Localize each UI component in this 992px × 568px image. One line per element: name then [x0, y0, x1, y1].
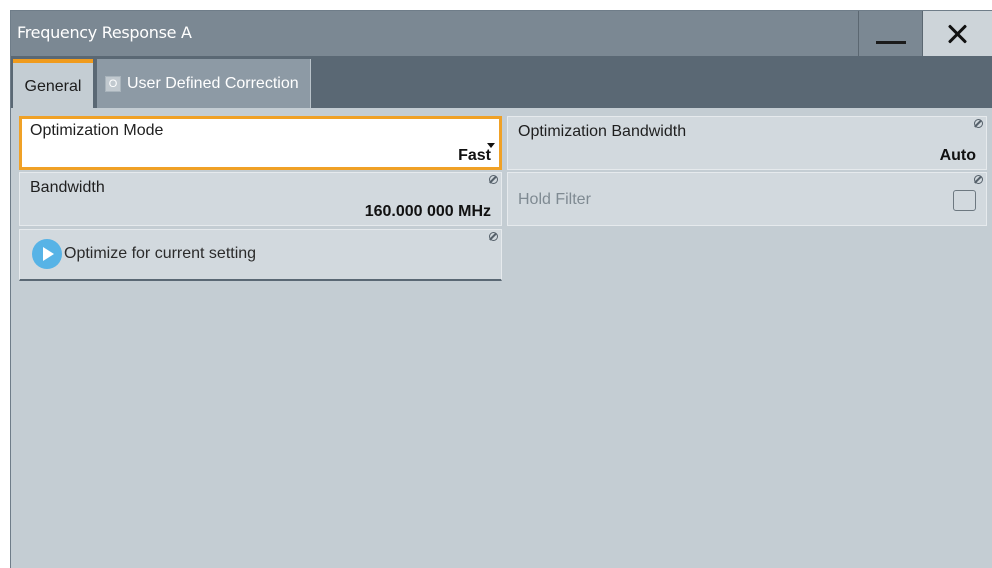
close-button[interactable]: [922, 11, 992, 56]
frequency-response-dialog: Frequency Response A General O User Defi…: [10, 10, 992, 568]
general-panel: Optimization Mode Fast Optimization Band…: [11, 108, 992, 568]
scpi-lock-icon: [974, 175, 983, 184]
hold-filter-checkbox[interactable]: [953, 190, 976, 211]
optimization-bandwidth-value: Auto: [939, 147, 976, 164]
optimization-bandwidth-label: Optimization Bandwidth: [518, 123, 687, 140]
hold-filter-label: Hold Filter: [518, 191, 591, 208]
optimization-mode-value: Fast: [458, 147, 491, 164]
state-indicator-icon: O: [105, 75, 121, 92]
scpi-lock-icon: [974, 119, 983, 128]
optimize-button[interactable]: Optimize for current setting: [19, 229, 502, 281]
minimize-button[interactable]: [858, 11, 922, 56]
bandwidth-field[interactable]: Bandwidth 160.000 000 MHz: [19, 172, 502, 226]
bandwidth-label: Bandwidth: [30, 179, 105, 196]
play-icon: [32, 239, 62, 269]
title-bar: Frequency Response A: [11, 11, 992, 56]
tab-general-label: General: [24, 77, 82, 95]
tab-user-defined-correction[interactable]: O User Defined Correction: [97, 59, 311, 108]
tab-strip: General O User Defined Correction: [11, 56, 992, 108]
tab-general[interactable]: General: [13, 59, 93, 108]
optimize-button-label: Optimize for current setting: [64, 245, 257, 262]
tab-user-defined-correction-label: User Defined Correction: [127, 74, 299, 92]
close-icon: [948, 24, 968, 44]
scpi-lock-icon: [489, 175, 498, 184]
scpi-lock-icon: [489, 232, 498, 241]
optimization-mode-dropdown[interactable]: Optimization Mode Fast: [19, 116, 502, 170]
hold-filter-field: Hold Filter: [507, 172, 987, 226]
optimization-bandwidth-field[interactable]: Optimization Bandwidth Auto: [507, 116, 987, 170]
optimization-mode-label: Optimization Mode: [30, 122, 164, 139]
minimize-icon: [875, 41, 906, 44]
bandwidth-value: 160.000 000 MHz: [364, 203, 491, 220]
window-title: Frequency Response A: [17, 23, 192, 42]
